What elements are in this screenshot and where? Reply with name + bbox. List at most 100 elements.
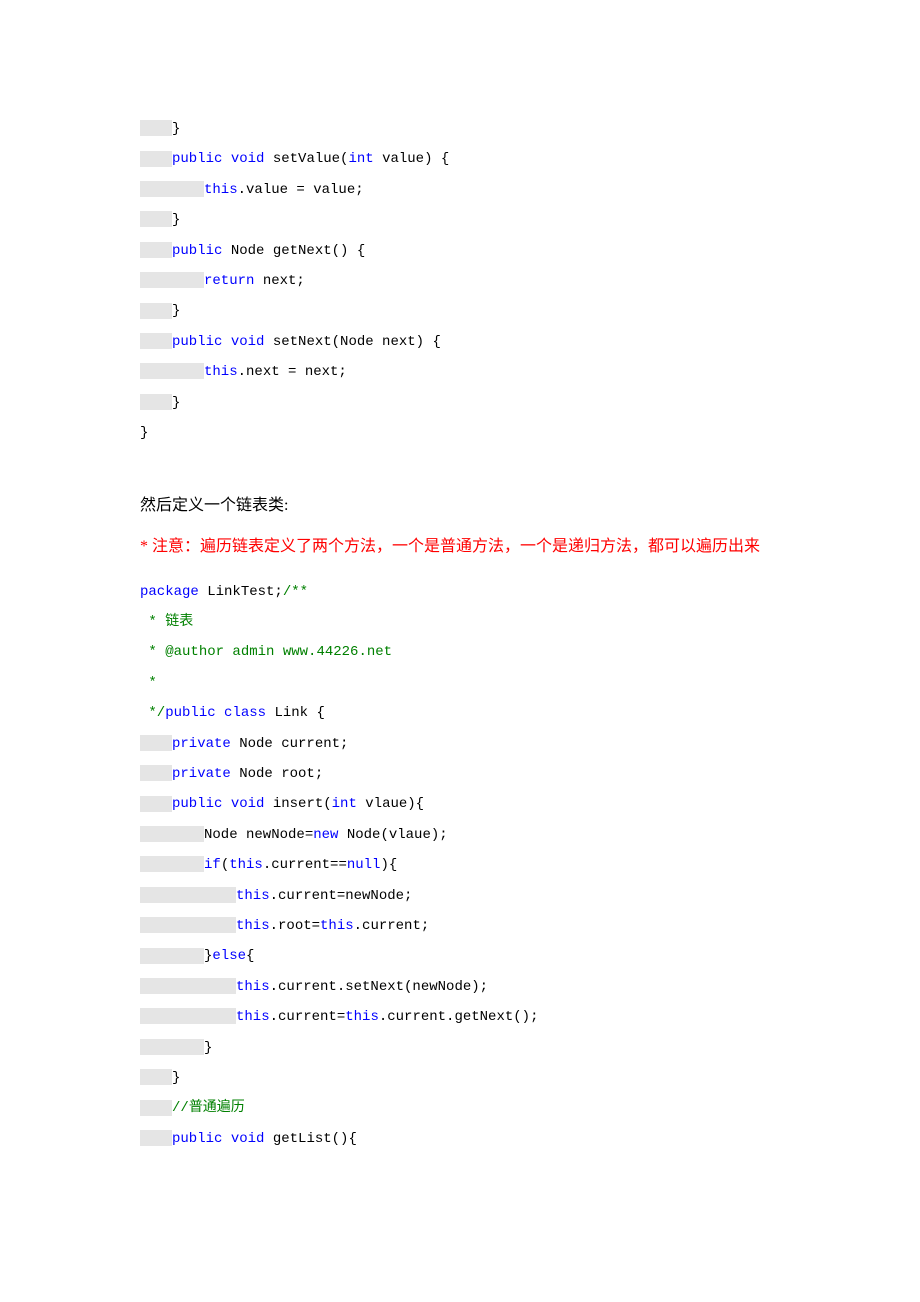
code-line: public Node getNext() { xyxy=(140,240,810,262)
comment: 链表 xyxy=(165,614,193,630)
code-line: */public class Link { xyxy=(140,702,810,724)
code-line: private Node current; xyxy=(140,733,810,755)
code-line: this.next = next; xyxy=(140,361,810,383)
code-text: setValue( xyxy=(264,151,348,167)
code-line: * xyxy=(140,672,810,694)
code-line: } xyxy=(140,1067,810,1089)
keyword: new xyxy=(313,827,338,843)
code-text: .root= xyxy=(270,918,320,934)
keyword: this xyxy=(204,182,238,198)
keyword: class xyxy=(216,705,266,721)
code-line: * 链表 xyxy=(140,611,810,633)
code-text: Node newNode= xyxy=(204,827,313,843)
keyword: private xyxy=(172,736,231,752)
keyword: this xyxy=(236,888,270,904)
code-text: .current=newNode; xyxy=(270,888,413,904)
code-text: } xyxy=(140,425,148,441)
keyword: public xyxy=(165,705,215,721)
code-text: setNext(Node next) { xyxy=(264,334,440,350)
keyword: this xyxy=(345,1009,379,1025)
comment: * xyxy=(140,614,165,630)
code-text: .current.setNext(newNode); xyxy=(270,979,488,995)
code-text: ( xyxy=(221,857,229,873)
code-line: }else{ xyxy=(140,945,810,967)
note-text: * 注意：遍历链表定义了两个方法，一个是普通方法，一个是递归方法，都可以遍历出来 xyxy=(140,533,810,560)
code-text: Node root; xyxy=(231,766,323,782)
comment: /** xyxy=(283,584,308,600)
document-page: } public void setValue(int value) { this… xyxy=(0,0,920,1208)
code-line: //普通遍历 xyxy=(140,1097,810,1119)
code-line: return next; xyxy=(140,270,810,292)
code-text: .current== xyxy=(263,857,347,873)
keyword: public xyxy=(172,151,222,167)
code-text: vlaue){ xyxy=(357,796,424,812)
code-line: } xyxy=(140,118,810,140)
code-text: LinkTest; xyxy=(199,584,283,600)
comment: * xyxy=(140,644,165,660)
keyword: public xyxy=(172,1131,222,1147)
code-text: value) { xyxy=(374,151,450,167)
keyword: int xyxy=(332,796,357,812)
keyword: void xyxy=(222,151,264,167)
code-text: .current= xyxy=(270,1009,346,1025)
code-line: this.root=this.current; xyxy=(140,915,810,937)
code-text: insert( xyxy=(264,796,331,812)
comment: */ xyxy=(140,705,165,721)
code-line: this.value = value; xyxy=(140,179,810,201)
code-text: .current.getNext(); xyxy=(379,1009,539,1025)
code-line: public void insert(int vlaue){ xyxy=(140,793,810,815)
keyword: this xyxy=(204,364,238,380)
code-text: Node getNext() { xyxy=(222,243,365,259)
keyword: package xyxy=(140,584,199,600)
code-text: } xyxy=(172,1070,180,1086)
code-text: } xyxy=(172,121,180,137)
code-text: } xyxy=(204,1040,212,1056)
code-text: Node current; xyxy=(231,736,349,752)
keyword: if xyxy=(204,857,221,873)
code-text: } xyxy=(172,303,180,319)
keyword: int xyxy=(348,151,373,167)
keyword: this xyxy=(236,918,270,934)
code-line: } xyxy=(140,300,810,322)
code-line: package LinkTest;/** xyxy=(140,581,810,603)
keyword: public xyxy=(172,334,222,350)
code-line: this.current.setNext(newNode); xyxy=(140,976,810,998)
code-line: * @author admin www.44226.net xyxy=(140,641,810,663)
code-line: } xyxy=(140,209,810,231)
code-line: } xyxy=(140,392,810,414)
comment: admin www.44226.net xyxy=(224,644,392,660)
keyword: void xyxy=(222,796,264,812)
keyword: this xyxy=(236,1009,270,1025)
code-text: .current; xyxy=(354,918,430,934)
keyword: this xyxy=(320,918,354,934)
code-text: } xyxy=(172,395,180,411)
code-text: Link { xyxy=(266,705,325,721)
keyword: null xyxy=(347,857,381,873)
keyword: public xyxy=(172,243,222,259)
code-line: this.current=newNode; xyxy=(140,885,810,907)
code-line: this.current=this.current.getNext(); xyxy=(140,1006,810,1028)
keyword: this xyxy=(229,857,263,873)
code-line: public void setValue(int value) { xyxy=(140,148,810,170)
code-text: ){ xyxy=(380,857,397,873)
keyword: this xyxy=(236,979,270,995)
author-tag: @author xyxy=(165,644,224,660)
code-text: .value = value; xyxy=(238,182,364,198)
code-line: public void getList(){ xyxy=(140,1128,810,1150)
keyword: public xyxy=(172,796,222,812)
code-text: { xyxy=(246,948,254,964)
code-text: getList(){ xyxy=(264,1131,356,1147)
keyword: else xyxy=(212,948,246,964)
comment: 普通遍历 xyxy=(189,1100,245,1116)
code-line: public void setNext(Node next) { xyxy=(140,331,810,353)
code-text: next; xyxy=(254,273,304,289)
code-text: .next = next; xyxy=(238,364,347,380)
code-line: Node newNode=new Node(vlaue); xyxy=(140,824,810,846)
keyword: private xyxy=(172,766,231,782)
code-line: if(this.current==null){ xyxy=(140,854,810,876)
code-text: Node(vlaue); xyxy=(338,827,447,843)
code-line: private Node root; xyxy=(140,763,810,785)
keyword: void xyxy=(222,1131,264,1147)
keyword: return xyxy=(204,273,254,289)
section-heading: 然后定义一个链表类: xyxy=(140,492,810,519)
